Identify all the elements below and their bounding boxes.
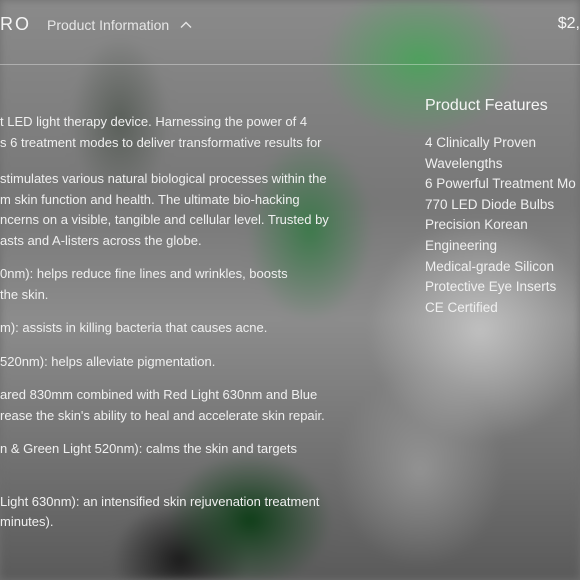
- features-title: Product Features: [425, 97, 548, 114]
- chevron-up-icon: [180, 21, 192, 28]
- product-information-tab[interactable]: Product Information: [47, 17, 193, 33]
- description-line: 0nm): helps reduce fine lines and wrinkl…: [0, 266, 288, 281]
- description-line: the skin.: [0, 286, 49, 302]
- feature-item: Precision Korean: [425, 217, 528, 233]
- product-features: Product Features 4 Clinically Proven Wav…: [425, 97, 580, 318]
- description-line: 520nm): helps alleviate pigmentation.: [0, 353, 216, 369]
- description-line: m skin function and health. The ultimate…: [0, 191, 300, 207]
- feature-item: 4 Clinically Proven: [425, 135, 537, 150]
- feature-item: 770 LED Diode Bulbs: [425, 196, 555, 212]
- description-line: asts and A-listers across the globe.: [0, 232, 202, 248]
- brand-name[interactable]: RO: [0, 14, 31, 35]
- feature-item: Wavelengths: [425, 155, 503, 171]
- feature-item: Medical-grade Silicon: [425, 258, 555, 274]
- description-line: stimulates various natural biological pr…: [0, 171, 327, 186]
- description-line: m): assists in killing bacteria that cau…: [0, 320, 268, 335]
- product-price: $2,: [557, 15, 580, 32]
- feature-item: Protective Eye Inserts: [425, 279, 557, 295]
- top-bar: RO Product Information $2,: [0, 0, 580, 65]
- description-line: rease the skin's ability to heal and acc…: [0, 407, 325, 423]
- description-line: minutes).: [0, 514, 54, 529]
- description-line: s 6 treatment modes to deliver transform…: [0, 134, 322, 150]
- description-line: Light 630nm): an intensified skin rejuve…: [0, 493, 320, 509]
- description-line: ared 830mm combined with Red Light 630nm…: [0, 387, 318, 402]
- feature-item: 6 Powerful Treatment Mo: [425, 176, 576, 192]
- tab-label: Product Information: [47, 17, 170, 33]
- product-description: t LED light therapy device. Harnessing t…: [0, 112, 360, 533]
- description-line: ncerns on a visible, tangible and cellul…: [0, 212, 329, 227]
- features-list: 4 Clinically Proven Wavelengths 6 Powerf…: [425, 133, 580, 318]
- description-line: n & Green Light 520nm): calms the skin a…: [0, 441, 297, 456]
- feature-item: CE Certified: [425, 299, 498, 315]
- feature-item: Engineering: [425, 237, 498, 253]
- product-info-overlay: RO Product Information $2, t LED light t…: [0, 0, 580, 580]
- description-line: t LED light therapy device. Harnessing t…: [0, 114, 308, 129]
